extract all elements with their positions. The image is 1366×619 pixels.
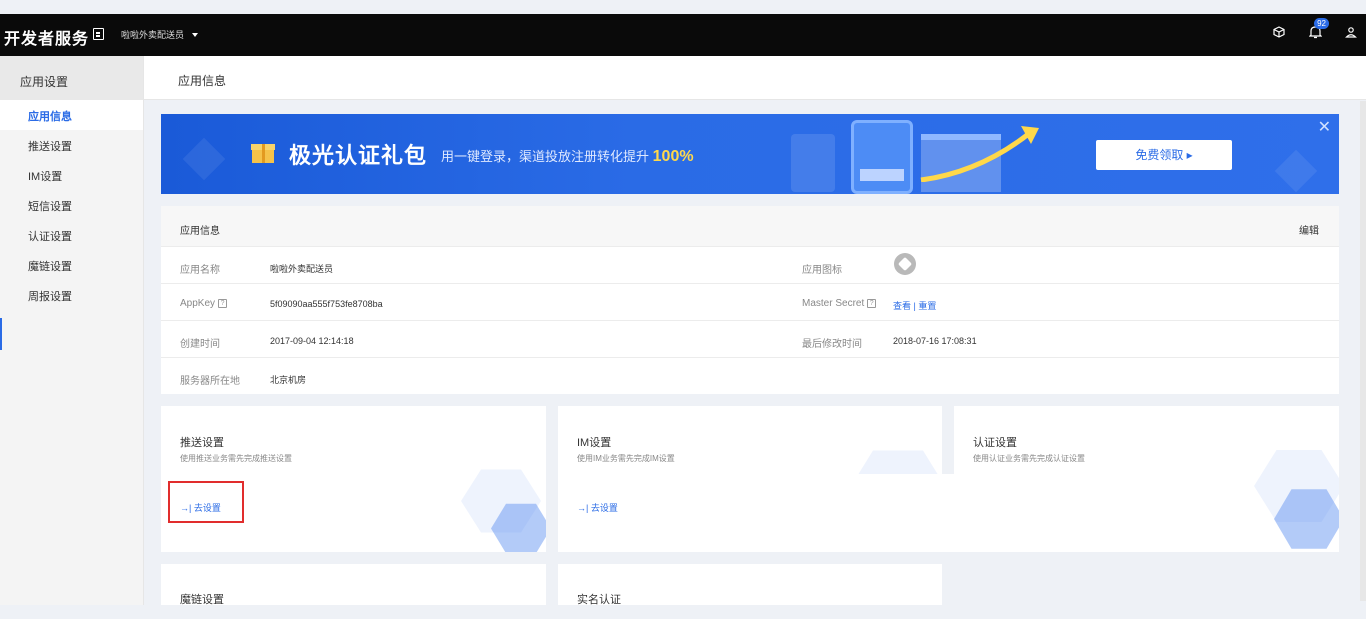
- app-info-title: 应用信息: [180, 226, 220, 237]
- server-location-label: 服务器所在地: [180, 376, 240, 387]
- page: 开发者服务 啦啦外卖配送员 92 应用设置 应用信息 推送设置 IM设置 短信设…: [0, 0, 1366, 619]
- modified-time-value: 2018-07-16 17:08:31: [893, 336, 977, 346]
- decor-cube: [1274, 149, 1318, 193]
- brand-title[interactable]: 开发者服务: [4, 25, 89, 49]
- chevron-down-icon: [192, 32, 199, 37]
- sidebar-item-app-info[interactable]: 应用信息: [0, 100, 143, 130]
- created-time-label: 创建时间: [180, 339, 220, 350]
- created-time-value: 2017-09-04 12:14:18: [270, 336, 354, 346]
- info-row: 应用名称 啦啦外卖配送员 应用图标: [161, 247, 1339, 284]
- sidebar-item-sms[interactable]: 短信设置: [0, 190, 143, 220]
- cube-icon[interactable]: [1272, 24, 1286, 40]
- service-desc: 使用推送业务需先完成推送设置: [180, 454, 292, 463]
- master-secret-label: Master Secret?: [802, 298, 877, 309]
- server-location-value: 北京机房: [270, 375, 307, 385]
- banner-subtitle: 用一键登录，渠道投放注册转化提升 100%: [441, 146, 694, 166]
- service-title: 认证设置: [973, 437, 1017, 449]
- banner-highlight: 100%: [652, 148, 694, 165]
- sidebar-item-deeplink[interactable]: 魔链设置: [0, 250, 143, 280]
- vertical-scrollbar[interactable]: [1360, 101, 1366, 601]
- service-title: 推送设置: [180, 437, 224, 449]
- info-row: 服务器所在地 北京机房: [161, 358, 1339, 395]
- reset-secret-link[interactable]: 重置: [918, 301, 936, 311]
- gift-icon: [251, 141, 275, 163]
- service-title: IM设置: [577, 437, 612, 449]
- document-illustration: [791, 134, 835, 192]
- help-icon[interactable]: ?: [867, 299, 877, 308]
- sidebar-item-im[interactable]: IM设置: [0, 160, 143, 190]
- decor-cube: [182, 137, 226, 181]
- info-row: 创建时间 2017-09-04 12:14:18 最后修改时间 2018-07-…: [161, 321, 1339, 358]
- bottom-strip: [0, 605, 1366, 619]
- service-card-deeplink: 魔链设置: [161, 564, 546, 605]
- master-secret-actions: 查看 | 重置: [893, 299, 936, 312]
- service-title: 魔链设置: [180, 594, 224, 605]
- app-name-value: 啦啦外卖配送员: [270, 264, 334, 274]
- service-desc: 使用IM业务需先完成IM设置: [577, 454, 675, 463]
- notification-badge: 92: [1314, 18, 1329, 29]
- appkey-value: 5f09090aa555f753fe8708ba: [270, 299, 383, 309]
- app-info-card: 应用信息 编辑 应用名称 啦啦外卖配送员 应用图标 AppKey? 5f0909…: [161, 206, 1339, 394]
- claim-free-button[interactable]: 免费领取 ▸: [1096, 140, 1232, 170]
- close-icon[interactable]: ✕: [1318, 117, 1331, 137]
- top-navbar: 开发者服务 啦啦外卖配送员 92: [0, 14, 1366, 56]
- bell-icon[interactable]: 92: [1308, 18, 1329, 40]
- sidebar-item-push[interactable]: 推送设置: [0, 130, 143, 160]
- app-icon: [894, 253, 916, 275]
- content-header: 应用信息: [144, 56, 1366, 100]
- sidebar-item-auth[interactable]: 认证设置: [0, 220, 143, 250]
- help-icon[interactable]: ?: [218, 299, 228, 308]
- sidebar-header: 应用设置: [0, 56, 143, 100]
- growth-arrow-icon: [920, 126, 1039, 182]
- go-settings-link[interactable]: →| 去设置: [577, 501, 618, 514]
- sidebar: 应用设置 应用信息 推送设置 IM设置 短信设置 认证设置 魔链设置 周报设置: [0, 56, 144, 605]
- app-name-label: 应用名称: [180, 265, 220, 276]
- overlay-patch: [824, 474, 1074, 552]
- secret-separator: |: [913, 301, 916, 311]
- app-switcher-label: 啦啦外卖配送员: [121, 30, 185, 40]
- service-card-push: 推送设置 使用推送业务需先完成推送设置 →| 去设置: [161, 406, 546, 552]
- appkey-label: AppKey?: [180, 298, 228, 309]
- banner-subtitle-text: 用一键登录，渠道投放注册转化提升: [441, 149, 650, 164]
- app-switcher[interactable]: 啦啦外卖配送员: [121, 28, 199, 41]
- info-row: AppKey? 5f09090aa555f753fe8708ba Master …: [161, 284, 1339, 321]
- document-icon[interactable]: [93, 28, 104, 40]
- top-strip: [0, 0, 1366, 14]
- highlight-box: [168, 481, 244, 523]
- modified-time-label: 最后修改时间: [802, 339, 862, 350]
- edit-button[interactable]: 编辑: [1299, 222, 1319, 237]
- view-secret-link[interactable]: 查看: [893, 301, 911, 311]
- page-title: 应用信息: [178, 74, 227, 88]
- service-desc: 使用认证业务需先完成认证设置: [973, 454, 1085, 463]
- promo-banner[interactable]: 极光认证礼包 用一键登录，渠道投放注册转化提升 100% 免费领取 ▸ ✕: [161, 114, 1339, 194]
- app-icon-label: 应用图标: [802, 265, 842, 276]
- banner-title: 极光认证礼包: [289, 143, 428, 168]
- app-info-header: 应用信息 编辑: [161, 206, 1339, 247]
- user-icon[interactable]: [1344, 24, 1358, 40]
- sidebar-scroll-marker: [0, 318, 2, 350]
- service-title: 实名认证: [577, 594, 621, 605]
- sidebar-item-weekly-report[interactable]: 周报设置: [0, 280, 143, 310]
- service-card-realname: 实名认证: [558, 564, 942, 605]
- top-icons: 92: [1272, 18, 1358, 40]
